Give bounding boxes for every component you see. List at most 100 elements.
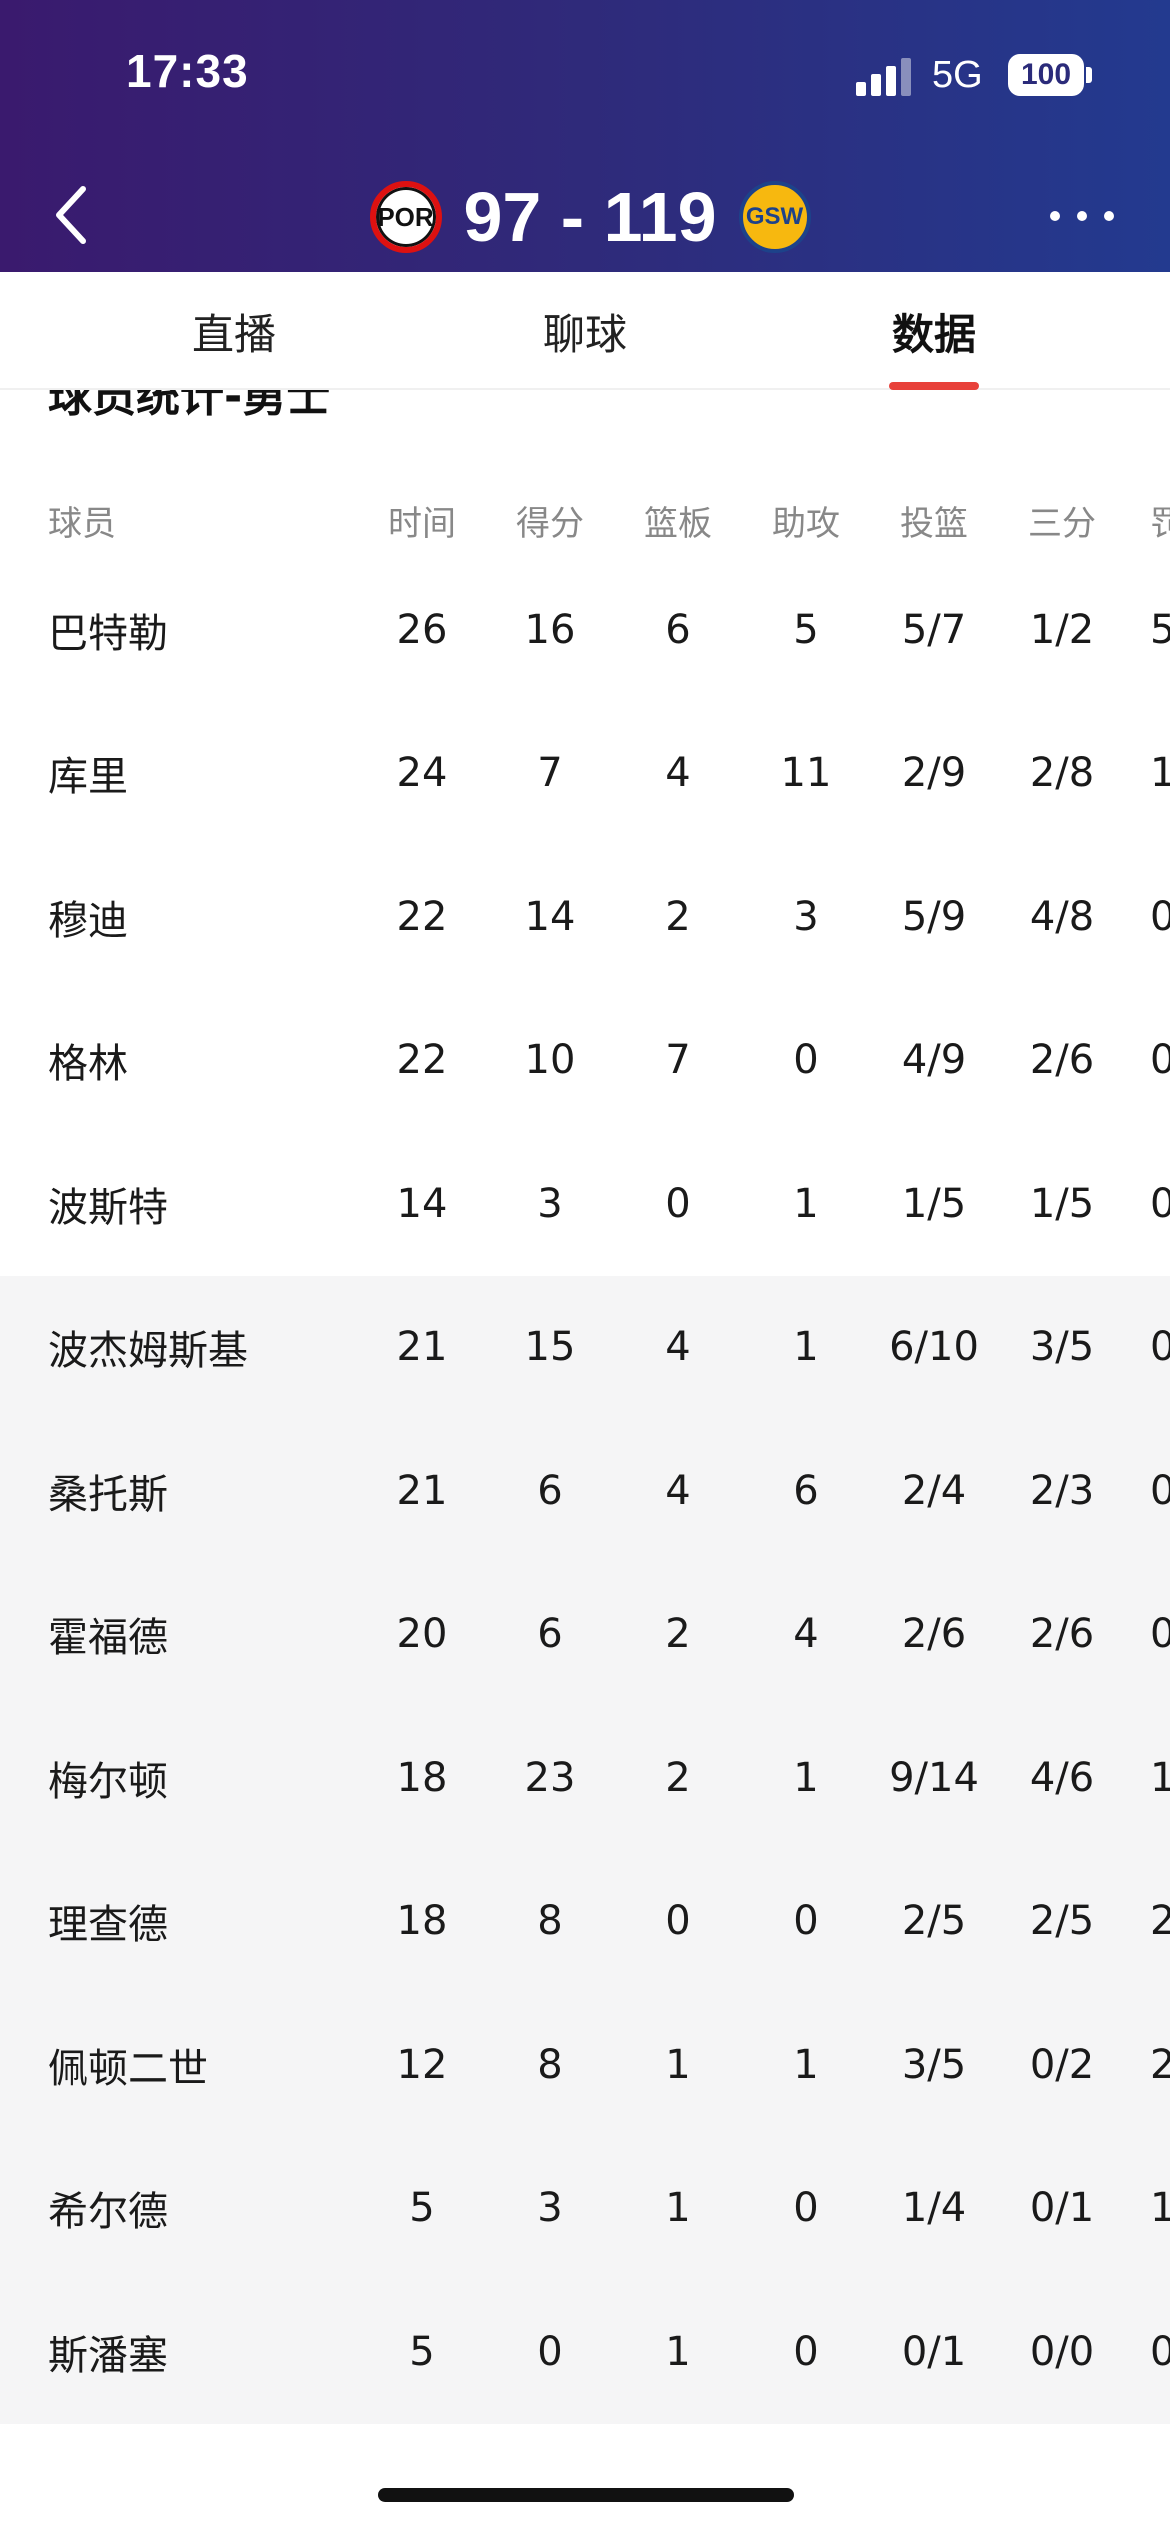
away-team-logo[interactable]: GSW (738, 181, 811, 253)
tab-chat[interactable]: 聊球 (465, 272, 705, 390)
player-row[interactable]: 波杰姆斯基 21 15 4 1 6/10 3/5 0 (0, 1275, 1170, 1419)
free-throws-value: 0 (1150, 1037, 1170, 1084)
assists-value: 11 (780, 750, 832, 797)
player-row[interactable]: 穆迪 22 14 2 3 5/9 4/8 0 (0, 845, 1170, 989)
field-goals-value: 5/9 (901, 893, 967, 940)
player-row[interactable]: 格林 22 10 7 0 4/9 2/6 0 (0, 989, 1170, 1133)
player-row[interactable]: 霍福德 20 6 2 4 2/6 2/6 0 (0, 1562, 1170, 1706)
minutes-value: 12 (396, 2041, 448, 2088)
points-value: 6 (537, 1611, 563, 1658)
field-goals-value: 1/4 (901, 2185, 967, 2232)
free-throws-value: 1 (1150, 750, 1170, 797)
rebounds-value: 4 (665, 750, 691, 797)
minutes-value: 20 (396, 1611, 448, 1658)
column-header-three-pointers: 三分 (1028, 503, 1096, 544)
rebounds-value: 7 (665, 1037, 691, 1084)
three-pointers-value: 2/6 (1029, 1037, 1095, 1084)
free-throws-value: 2 (1150, 2041, 1170, 2088)
player-row[interactable]: 佩顿二世 12 8 1 1 3/5 0/2 2 (0, 1993, 1170, 2137)
minutes-value: 14 (396, 1180, 448, 1227)
more-options-button[interactable] (1050, 196, 1114, 236)
free-throws-value: 0 (1150, 1180, 1170, 1227)
home-indicator[interactable] (378, 2488, 794, 2502)
three-pointers-value: 1/5 (1029, 1180, 1095, 1227)
rebounds-value: 2 (665, 893, 691, 940)
rebounds-value: 4 (665, 1467, 691, 1514)
rebounds-value: 1 (665, 2185, 691, 2232)
player-row[interactable]: 巴特勒 26 16 6 5 5/7 1/2 5 (0, 558, 1170, 702)
player-name: 理查德 (48, 1902, 168, 1949)
points-value: 3 (537, 1180, 563, 1227)
three-pointers-value: 0/2 (1029, 2041, 1095, 2088)
player-row[interactable]: 梅尔顿 18 23 2 1 9/14 4/6 1 (0, 1706, 1170, 1850)
player-row[interactable]: 斯潘塞 5 0 1 0 0/1 0/0 0 (0, 2280, 1170, 2424)
rebounds-value: 6 (665, 606, 691, 653)
player-name: 梅尔顿 (48, 1758, 168, 1805)
scoreboard: POR 97 - 119 GSW (330, 172, 850, 262)
player-row[interactable]: 希尔德 5 3 1 0 1/4 0/1 1 (0, 2136, 1170, 2280)
minutes-value: 18 (396, 1898, 448, 1945)
assists-value: 4 (793, 1611, 819, 1658)
column-header-player: 球员 (48, 503, 116, 544)
three-pointers-value: 4/6 (1029, 1754, 1095, 1801)
game-score: 97 - 119 (463, 178, 717, 256)
player-name: 巴特勒 (48, 610, 168, 657)
game-header: 17:33 5G 100 POR 97 - 119 GSW (0, 0, 1170, 272)
battery-tip (1086, 67, 1092, 83)
player-name: 穆迪 (48, 897, 128, 944)
field-goals-value: 6/10 (889, 1324, 979, 1371)
game-stats-screen: 17:33 5G 100 POR 97 - 119 GSW 直播 聊球 数据 球… (0, 0, 1170, 2532)
field-goals-value: 5/7 (901, 606, 967, 653)
player-name: 霍福德 (48, 1615, 168, 1662)
player-row[interactable]: 理查德 18 8 0 0 2/5 2/5 2 (0, 1849, 1170, 1993)
field-goals-value: 0/1 (901, 2328, 967, 2375)
tab-bar: 直播 聊球 数据 (0, 272, 1170, 390)
player-row[interactable]: 桑托斯 21 6 4 6 2/4 2/3 0 (0, 1419, 1170, 1563)
three-pointers-value: 4/8 (1029, 893, 1095, 940)
tab-stats[interactable]: 数据 (814, 272, 1054, 390)
player-name: 桑托斯 (48, 1471, 168, 1518)
more-dot-icon (1104, 211, 1114, 221)
back-button[interactable] (46, 180, 94, 250)
rebounds-value: 1 (665, 2328, 691, 2375)
rebounds-value: 0 (665, 1180, 691, 1227)
three-pointers-value: 0/1 (1029, 2185, 1095, 2232)
rebounds-value: 0 (665, 1898, 691, 1945)
player-name: 波斯特 (48, 1184, 168, 1231)
three-pointers-value: 3/5 (1029, 1324, 1095, 1371)
player-row[interactable]: 波斯特 14 3 0 1 1/5 1/5 0 (0, 1132, 1170, 1276)
more-dot-icon (1077, 211, 1087, 221)
column-header-field-goals: 投篮 (900, 503, 968, 544)
assists-value: 0 (793, 1898, 819, 1945)
status-bar: 17:33 5G 100 (0, 0, 1170, 150)
points-value: 23 (524, 1754, 576, 1801)
rebounds-value: 1 (665, 2041, 691, 2088)
assists-value: 5 (793, 606, 819, 653)
player-name: 佩顿二世 (48, 2045, 208, 2092)
bottom-safe-area (0, 2426, 1170, 2532)
free-throws-value: 5 (1150, 606, 1170, 653)
column-header-points: 得分 (516, 503, 584, 544)
points-value: 10 (524, 1037, 576, 1084)
assists-value: 1 (793, 1754, 819, 1801)
player-row[interactable]: 库里 24 7 4 11 2/9 2/8 1 (0, 702, 1170, 846)
assists-value: 3 (793, 893, 819, 940)
home-team-logo[interactable]: POR (369, 181, 442, 253)
column-header-minutes: 时间 (388, 503, 456, 544)
free-throws-value: 0 (1150, 1467, 1170, 1514)
field-goals-value: 1/5 (901, 1180, 967, 1227)
points-value: 0 (537, 2328, 563, 2375)
tab-live[interactable]: 直播 (114, 272, 354, 390)
three-pointers-value: 2/8 (1029, 750, 1095, 797)
free-throws-value: 0 (1150, 2328, 1170, 2375)
three-pointers-value: 2/3 (1029, 1467, 1095, 1514)
signal-icon (856, 58, 912, 96)
minutes-value: 21 (396, 1467, 448, 1514)
column-header-free-throws: 罚 (1150, 503, 1170, 544)
free-throws-value: 2 (1150, 1898, 1170, 1945)
column-header-assists: 助攻 (772, 503, 840, 544)
tab-label: 数据 (891, 309, 976, 359)
points-value: 16 (524, 606, 576, 653)
assists-value: 0 (793, 1037, 819, 1084)
tab-label: 聊球 (542, 309, 627, 359)
